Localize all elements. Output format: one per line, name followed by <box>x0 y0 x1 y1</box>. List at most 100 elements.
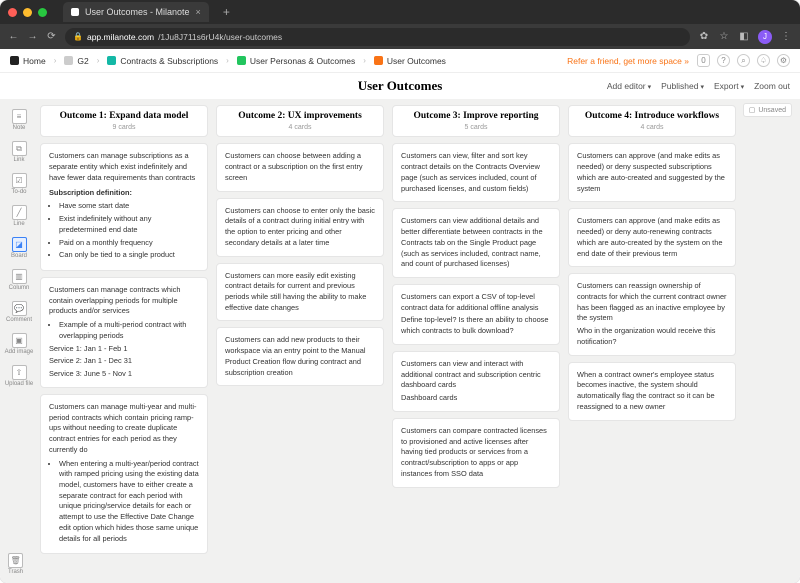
tool-link[interactable]: ⧉Link <box>4 137 34 167</box>
breadcrumb-home[interactable]: Home <box>10 56 46 66</box>
card-text: Customers can more easily edit existing … <box>225 271 375 314</box>
column-header[interactable]: Outcome 4: Introduce workflows4 cards <box>568 105 736 137</box>
unsaved-indicator[interactable]: ▢Unsaved <box>743 103 792 117</box>
bell-icon[interactable]: ♤ <box>757 54 770 67</box>
image-icon: ▣ <box>12 333 27 348</box>
card-line: Define top-level? Is there an ability to… <box>401 315 551 336</box>
close-tab-icon[interactable]: × <box>196 7 201 17</box>
card-bullets: Example of a multi-period contract with … <box>49 320 199 341</box>
export-dropdown[interactable]: Export▾ <box>714 81 744 91</box>
board-tool-icon: ◪ <box>12 237 27 252</box>
label: Published <box>661 81 698 91</box>
menu-icon[interactable]: ⋮ <box>780 31 792 43</box>
card[interactable]: Customers can manage contracts which con… <box>40 277 208 388</box>
profile-avatar[interactable]: J <box>758 30 772 44</box>
notifications-icon[interactable]: 0 <box>697 54 710 67</box>
canvas[interactable]: ≡Note ⧉Link ☑To-do ╱Line ◪Board ▥Column … <box>0 99 800 583</box>
card[interactable]: Customers can compare contracted license… <box>392 418 560 488</box>
settings-icon[interactable]: ⚙ <box>777 54 790 67</box>
tool-upload[interactable]: ⇧Upload file <box>4 361 34 391</box>
card[interactable]: Customers can choose between adding a co… <box>216 143 384 191</box>
breadcrumb-label: User Outcomes <box>387 56 446 66</box>
new-tab-button[interactable]: + <box>223 5 230 19</box>
add-editor-button[interactable]: Add editor▾ <box>607 81 651 91</box>
breadcrumb-item[interactable]: Contracts & Subscriptions <box>107 56 218 66</box>
reload-button[interactable]: ⟳ <box>46 31 57 42</box>
published-dropdown[interactable]: Published▾ <box>661 81 704 91</box>
window-minimize-button[interactable] <box>23 8 32 17</box>
card-text: Customers can view additional details an… <box>401 216 551 270</box>
card-text: Customers can view and interact with add… <box>401 359 551 391</box>
card-subheading: Subscription definition: <box>49 188 199 199</box>
card-count: 4 cards <box>576 124 728 131</box>
label: Export <box>714 81 739 91</box>
column-header[interactable]: Outcome 2: UX improvements4 cards <box>216 105 384 137</box>
zoom-out-button[interactable]: Zoom out <box>754 81 790 91</box>
chevron-right-icon: › <box>97 56 100 65</box>
tool-label: To-do <box>11 189 26 195</box>
chevron-right-icon: › <box>54 56 57 65</box>
card-text: Customers can choose between adding a co… <box>225 151 375 183</box>
card[interactable]: When a contract owner's employee status … <box>568 362 736 421</box>
card[interactable]: Customers can view, filter and sort key … <box>392 143 560 202</box>
card[interactable]: Customers can more easily edit existing … <box>216 263 384 322</box>
breadcrumb: Home › G2 › Contracts & Subscriptions › … <box>0 49 800 73</box>
bookmark-icon[interactable]: ☆ <box>718 31 730 43</box>
board-icon <box>237 56 246 65</box>
bullet: Example of a multi-period contract with … <box>59 320 199 341</box>
search-icon[interactable]: ⌕ <box>737 54 750 67</box>
column[interactable]: Outcome 3: Improve reporting5 cards Custo… <box>392 105 560 583</box>
comment-icon: 💬 <box>12 301 27 316</box>
column[interactable]: Outcome 2: UX improvements4 cards Custome… <box>216 105 384 583</box>
column[interactable]: Outcome 4: Introduce workflows4 cards Cus… <box>568 105 736 583</box>
folder-icon: ▢ <box>749 106 756 114</box>
refer-friend-link[interactable]: Refer a friend, get more space » <box>567 56 689 66</box>
card[interactable]: Customers can manage multi-year and mult… <box>40 394 208 555</box>
breadcrumb-label: Contracts & Subscriptions <box>120 56 218 66</box>
breadcrumb-item[interactable]: User Personas & Outcomes <box>237 56 355 66</box>
board-icon <box>64 56 73 65</box>
back-button[interactable]: ← <box>8 31 19 42</box>
tool-board[interactable]: ◪Board <box>4 233 34 263</box>
card[interactable]: Customers can approve (and make edits as… <box>568 143 736 202</box>
window-close-button[interactable] <box>8 8 17 17</box>
column-header[interactable]: Outcome 3: Improve reporting5 cards <box>392 105 560 137</box>
card[interactable]: Customers can export a CSV of top-level … <box>392 284 560 345</box>
card[interactable]: Customers can manage subscriptions as a … <box>40 143 208 271</box>
window-maximize-button[interactable] <box>38 8 47 17</box>
breadcrumb-label: Home <box>23 56 46 66</box>
tool-comment[interactable]: 💬Comment <box>4 297 34 327</box>
breadcrumb-item[interactable]: G2 <box>64 56 88 66</box>
help-icon[interactable]: ? <box>717 54 730 67</box>
board-icon <box>107 56 116 65</box>
note-icon: ≡ <box>12 109 27 124</box>
extensions-icon[interactable]: ✿ <box>698 31 710 43</box>
tool-column[interactable]: ▥Column <box>4 265 34 295</box>
trash-button[interactable]: 🗑 Trash <box>8 553 23 575</box>
page-header: User Outcomes Add editor▾ Published▾ Exp… <box>0 73 800 99</box>
browser-tab[interactable]: User Outcomes - Milanote × <box>63 2 209 22</box>
card[interactable]: Customers can reassign ownership of cont… <box>568 273 736 355</box>
card-text: Customers can compare contracted license… <box>401 426 551 480</box>
tool-line[interactable]: ╱Line <box>4 201 34 231</box>
forward-button[interactable]: → <box>27 31 38 42</box>
card-text: Customers can choose to enter only the b… <box>225 206 375 249</box>
card[interactable]: Customers can approve (and make edits as… <box>568 208 736 267</box>
tool-palette: ≡Note ⧉Link ☑To-do ╱Line ◪Board ▥Column … <box>0 99 38 583</box>
upload-icon: ⇧ <box>12 365 27 380</box>
card[interactable]: Customers can view additional details an… <box>392 208 560 278</box>
column-header[interactable]: Outcome 1: Expand data model9 cards <box>40 105 208 137</box>
column-icon: ▥ <box>12 269 27 284</box>
card[interactable]: Customers can view and interact with add… <box>392 351 560 412</box>
tool-todo[interactable]: ☑To-do <box>4 169 34 199</box>
tool-add-image[interactable]: ▣Add image <box>4 329 34 359</box>
column[interactable]: Outcome 1: Expand data model9 cards Custo… <box>40 105 208 583</box>
extension-icon[interactable]: ◧ <box>738 31 750 43</box>
card-text: Customers can reassign ownership of cont… <box>577 281 727 324</box>
card[interactable]: Customers can choose to enter only the b… <box>216 198 384 257</box>
breadcrumb-item[interactable]: User Outcomes <box>374 56 446 66</box>
address-bar[interactable]: 🔒 app.milanote.com/1Ju8J711s6rU4k/user-o… <box>65 28 690 46</box>
tool-note[interactable]: ≡Note <box>4 105 34 135</box>
card-bullets: When entering a multi-year/period contra… <box>49 459 199 545</box>
card[interactable]: Customers can add new products to their … <box>216 327 384 386</box>
